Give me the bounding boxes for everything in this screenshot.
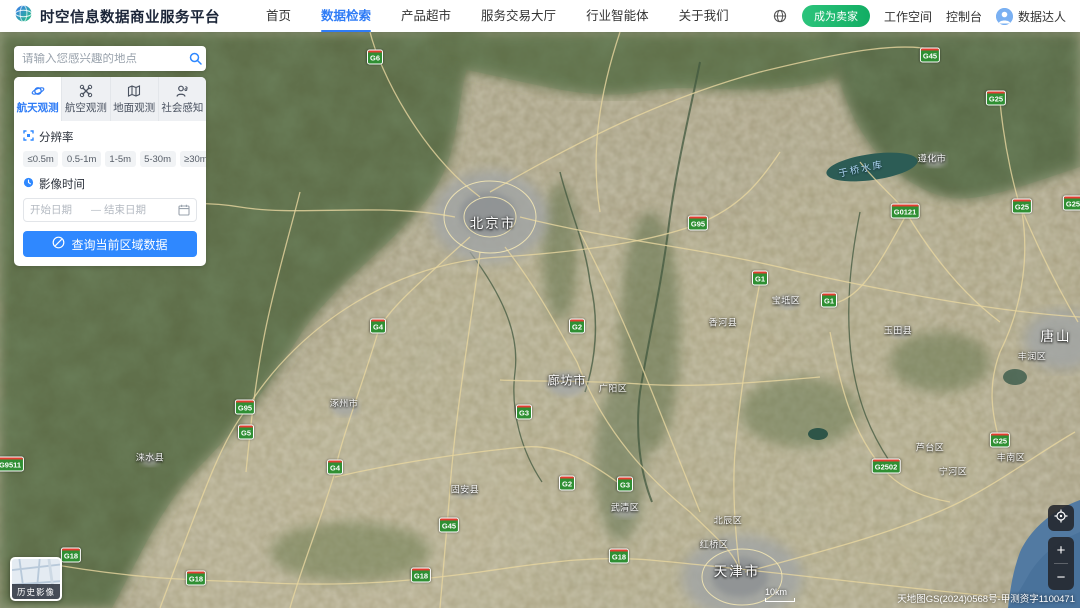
place-search-input[interactable] [14, 53, 184, 65]
nav-item[interactable]: 首页 [266, 0, 291, 32]
main-nav: 首页数据检索产品超市服务交易大厅行业智能体关于我们 [266, 0, 729, 32]
query-button-label: 查询当前区域数据 [71, 236, 167, 253]
zoom-control: + − [1048, 537, 1074, 590]
logo-icon [14, 4, 33, 28]
nav-item[interactable]: 数据检索 [321, 0, 371, 32]
person-icon [175, 84, 189, 97]
place-search [14, 46, 206, 71]
resolution-icon [23, 130, 34, 144]
resolution-options: ≤0.5m0.5-1m1-5m5-30m≥30m [23, 151, 197, 167]
tab-社会感知[interactable]: 社会感知 [158, 77, 206, 121]
locate-icon [1054, 509, 1068, 528]
resolution-chip[interactable]: 0.5-1m [62, 151, 101, 167]
tab-航空观测[interactable]: 航空观测 [61, 77, 109, 121]
start-date-input[interactable] [30, 204, 88, 216]
resolution-label-text: 分辨率 [39, 129, 74, 145]
filter-body: 分辨率 ≤0.5m0.5-1m1-5m5-30m≥30m 影像时间 — [14, 121, 206, 266]
become-seller-button[interactable]: 成为卖家 [802, 5, 870, 27]
tab-地面观测[interactable]: 地面观测 [110, 77, 158, 121]
tab-label: 航空观测 [65, 100, 107, 115]
console-link[interactable]: 控制台 [946, 8, 982, 25]
observation-tabs: 航天观测航空观测地面观测社会感知 [14, 77, 206, 121]
drone-icon [79, 84, 93, 97]
date-range-picker: — [23, 198, 197, 222]
data-search-panel: 航天观测航空观测地面观测社会感知 分辨率 ≤0.5m0.5-1m1-5m5-30… [14, 46, 206, 266]
date-separator: — [91, 205, 101, 216]
map-icon [127, 84, 141, 97]
resolution-chip[interactable]: 5-30m [140, 151, 176, 167]
time-section-label: 影像时间 [23, 176, 197, 192]
workspace-link[interactable]: 工作空间 [884, 8, 932, 25]
locate-button[interactable] [1048, 505, 1074, 531]
end-date-input[interactable] [104, 204, 162, 216]
nav-item[interactable]: 关于我们 [679, 0, 729, 32]
top-navbar: 时空信息数据商业服务平台 首页数据检索产品超市服务交易大厅行业智能体关于我们 成… [0, 0, 1080, 32]
clock-icon [23, 177, 34, 191]
zoom-in-button[interactable]: + [1048, 537, 1074, 563]
time-label-text: 影像时间 [39, 176, 85, 192]
resolution-chip[interactable]: 1-5m [105, 151, 136, 167]
user-menu[interactable]: 数据达人 [996, 8, 1066, 25]
history-imagery-toggle[interactable]: 历史影像 [10, 557, 62, 601]
history-thumb-label: 历史影像 [12, 584, 60, 599]
tab-label: 地面观测 [113, 100, 155, 115]
zoom-out-button[interactable]: − [1048, 564, 1074, 590]
resolution-chip[interactable]: ≥30m [180, 151, 206, 167]
satellite-icon [31, 84, 45, 97]
tab-label: 航天观测 [17, 100, 59, 115]
query-region-button[interactable]: 查询当前区域数据 [23, 231, 197, 257]
nav-item[interactable]: 产品超市 [401, 0, 451, 32]
platform-title: 时空信息数据商业服务平台 [40, 6, 220, 27]
user-avatar [996, 8, 1013, 25]
nav-item[interactable]: 行业智能体 [586, 0, 649, 32]
observation-filter-card: 航天观测航空观测地面观测社会感知 分辨率 ≤0.5m0.5-1m1-5m5-30… [14, 77, 206, 266]
resolution-chip[interactable]: ≤0.5m [23, 151, 58, 167]
search-icon[interactable] [184, 52, 206, 65]
header-right: 成为卖家 工作空间 控制台 数据达人 [772, 5, 1066, 27]
tab-航天观测[interactable]: 航天观测 [14, 77, 61, 121]
language-globe-icon[interactable] [772, 8, 788, 24]
tab-label: 社会感知 [161, 100, 203, 115]
username: 数据达人 [1018, 8, 1066, 25]
nav-item[interactable]: 服务交易大厅 [481, 0, 556, 32]
calendar-icon[interactable] [178, 204, 190, 216]
query-button-icon [52, 236, 65, 252]
resolution-section-label: 分辨率 [23, 129, 197, 145]
brand[interactable]: 时空信息数据商业服务平台 [14, 4, 220, 28]
